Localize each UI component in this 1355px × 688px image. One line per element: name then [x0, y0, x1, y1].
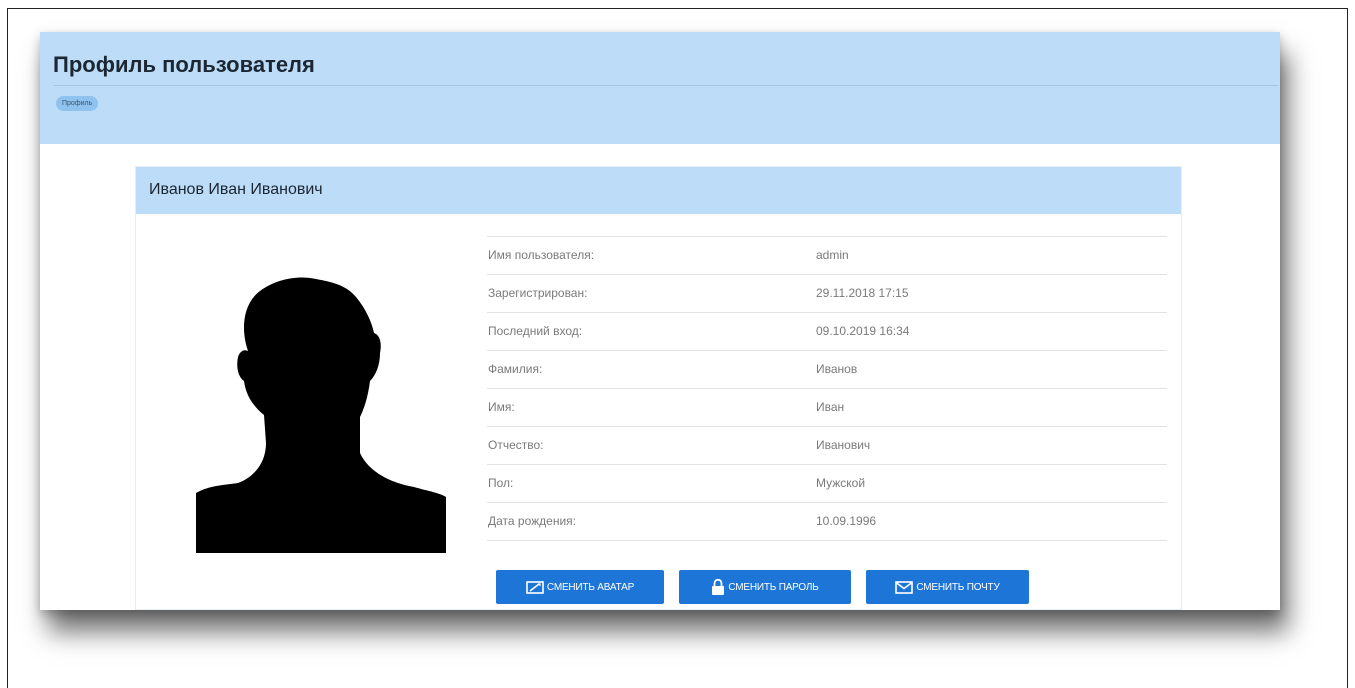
info-value: Иван	[816, 400, 845, 414]
profile-card: Иванов Иван Иванович Имя пользователя: a…	[135, 166, 1182, 610]
change-avatar-button[interactable]: СМЕНИТЬ АВАТАР	[496, 570, 664, 604]
lock-icon	[712, 579, 725, 595]
info-label: Фамилия:	[488, 362, 543, 376]
profile-full-name: Иванов Иван Иванович	[149, 181, 323, 198]
info-row-last-name: Фамилия: Иванов	[487, 351, 1167, 389]
change-password-label: СМЕНИТЬ ПАРОЛЬ	[728, 581, 819, 593]
info-label: Имя пользователя:	[488, 248, 595, 262]
info-value: admin	[816, 248, 849, 262]
page-title: Профиль пользователя	[53, 52, 315, 77]
envelope-icon	[895, 580, 914, 594]
picture-icon	[526, 580, 544, 594]
user-silhouette-icon	[196, 277, 446, 553]
change-email-button[interactable]: СМЕНИТЬ ПОЧТУ	[866, 570, 1029, 604]
info-row-registered: Зарегистрирован: 29.11.2018 17:15	[487, 275, 1167, 313]
info-label: Имя:	[488, 400, 515, 414]
info-row-birth-date: Дата рождения: 10.09.1996	[487, 503, 1167, 541]
change-email-label: СМЕНИТЬ ПОЧТУ	[916, 581, 1000, 593]
info-row-username: Имя пользователя: admin	[487, 237, 1167, 275]
info-label: Зарегистрирован:	[488, 286, 588, 300]
info-label: Последний вход:	[488, 324, 583, 338]
info-label: Дата рождения:	[488, 514, 576, 528]
profile-card-header: Иванов Иван Иванович	[136, 167, 1181, 214]
info-row-last-login: Последний вход: 09.10.2019 16:34	[487, 313, 1167, 351]
info-row-gender: Пол: Мужской	[487, 465, 1167, 503]
info-value: 10.09.1996	[816, 514, 877, 528]
change-avatar-label: СМЕНИТЬ АВАТАР	[546, 581, 635, 593]
info-row-first-name: Имя: Иван	[487, 389, 1167, 427]
info-row-patronymic: Отчество: Иванович	[487, 427, 1167, 465]
info-value: Иванович	[816, 438, 871, 452]
breadcrumb-item-profile[interactable]: Профиль	[56, 96, 99, 111]
profile-info-table: Имя пользователя: admin Зарегистрирован:…	[487, 236, 1167, 541]
info-value: 09.10.2019 16:34	[816, 324, 910, 338]
header-divider	[53, 85, 1278, 86]
info-value: Иванов	[816, 362, 858, 376]
info-label: Пол:	[488, 476, 514, 490]
app-window: Профиль пользователя Профиль Иванов Иван…	[40, 32, 1280, 610]
page-header: Профиль пользователя Профиль	[40, 32, 1280, 144]
info-value: 29.11.2018 17:15	[816, 286, 909, 300]
info-label: Отчество:	[488, 438, 544, 452]
info-value: Мужской	[816, 476, 866, 490]
change-password-button[interactable]: СМЕНИТЬ ПАРОЛЬ	[679, 570, 851, 604]
